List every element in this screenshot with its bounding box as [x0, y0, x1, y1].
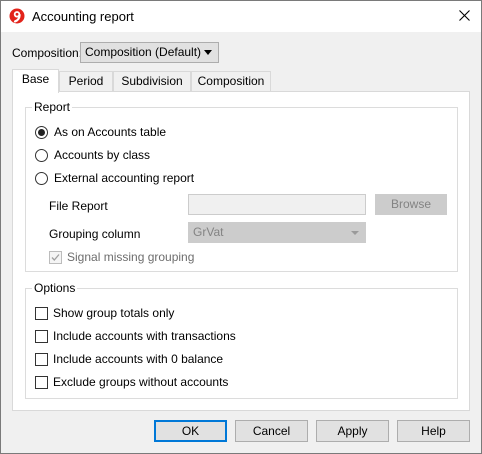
- browse-button[interactable]: Browse: [375, 194, 447, 215]
- report-group-title: Report: [32, 100, 73, 114]
- report-group: Report As on Accounts table Accounts by …: [25, 100, 458, 272]
- title-bar[interactable]: Accounting report: [1, 1, 481, 32]
- grouping-column-label: Grouping column: [49, 227, 141, 241]
- apply-button-label: Apply: [337, 424, 368, 438]
- radio-button[interactable]: [35, 148, 48, 162]
- composition-select-value: Composition (Default): [85, 45, 202, 59]
- help-button-label: Help: [421, 424, 446, 438]
- checkbox-label: Exclude groups without accounts: [53, 375, 229, 389]
- apply-button[interactable]: Apply: [316, 420, 389, 442]
- checkbox[interactable]: [35, 352, 48, 366]
- ok-button-label: OK: [181, 424, 200, 438]
- tab-composition[interactable]: Composition: [191, 71, 271, 92]
- checkbox-label: Include accounts with 0 balance: [53, 352, 224, 366]
- radio-external-accounting-report[interactable]: External accounting report: [35, 171, 194, 185]
- checkbox-exclude-groups-without-accounts[interactable]: Exclude groups without accounts: [35, 375, 228, 389]
- grouping-column-select[interactable]: GrVat: [188, 222, 366, 243]
- tab-base-label: Base: [21, 72, 50, 86]
- radio-as-on-accounts-table[interactable]: As on Accounts table: [35, 125, 166, 139]
- checkbox[interactable]: [35, 329, 48, 343]
- help-button[interactable]: Help: [397, 420, 470, 442]
- cancel-button-label: Cancel: [252, 424, 291, 438]
- checkbox-show-group-totals-only[interactable]: Show group totals only: [35, 306, 174, 320]
- close-button[interactable]: [447, 1, 481, 32]
- chevron-down-icon: [351, 231, 359, 235]
- file-report-label: File Report: [49, 199, 108, 213]
- tab-composition-label: Composition: [197, 74, 265, 88]
- base-tab-panel: Report As on Accounts table Accounts by …: [12, 91, 470, 411]
- banana-accounting-icon: [9, 8, 25, 24]
- chevron-down-icon: [204, 50, 212, 55]
- radio-accounts-by-class[interactable]: Accounts by class: [35, 148, 150, 162]
- cancel-button[interactable]: Cancel: [235, 420, 308, 442]
- tab-period-label: Period: [68, 74, 104, 88]
- composition-label: Composition:: [12, 46, 83, 60]
- tab-base[interactable]: Base: [12, 69, 59, 93]
- checkbox-include-accounts-with-0-balance[interactable]: Include accounts with 0 balance: [35, 352, 223, 366]
- checkbox-label: Include accounts with transactions: [53, 329, 236, 343]
- checkbox[interactable]: [35, 306, 48, 320]
- signal-missing-grouping-checkbox-row[interactable]: Signal missing grouping: [49, 250, 194, 264]
- tab-period[interactable]: Period: [59, 71, 113, 92]
- window-title: Accounting report: [32, 9, 134, 24]
- file-report-input[interactable]: [188, 194, 366, 215]
- tab-subdivision[interactable]: Subdivision: [113, 71, 191, 92]
- options-group: Options Show group totals only Include a…: [25, 281, 458, 399]
- tab-subdivision-label: Subdivision: [121, 74, 183, 88]
- grouping-column-value: GrVat: [193, 225, 224, 239]
- options-group-title: Options: [32, 281, 78, 295]
- checkmark-icon: [51, 253, 60, 261]
- radio-button-checked[interactable]: [35, 125, 48, 139]
- radio-label: External accounting report: [54, 171, 195, 185]
- ok-button[interactable]: OK: [154, 420, 227, 442]
- checkbox-label: Show group totals only: [53, 306, 175, 320]
- browse-button-label: Browse: [390, 197, 431, 211]
- close-icon: [458, 9, 470, 24]
- checkbox[interactable]: [35, 375, 48, 389]
- signal-missing-grouping-label: Signal missing grouping: [67, 250, 195, 264]
- composition-select[interactable]: Composition (Default): [80, 42, 219, 63]
- signal-missing-grouping-checkbox[interactable]: [49, 250, 62, 264]
- checkbox-include-accounts-with-transactions[interactable]: Include accounts with transactions: [35, 329, 236, 343]
- radio-label: Accounts by class: [54, 148, 151, 162]
- radio-button[interactable]: [35, 171, 48, 185]
- accounting-report-dialog: Accounting report Composition: Compositi…: [0, 0, 482, 454]
- radio-label: As on Accounts table: [54, 125, 167, 139]
